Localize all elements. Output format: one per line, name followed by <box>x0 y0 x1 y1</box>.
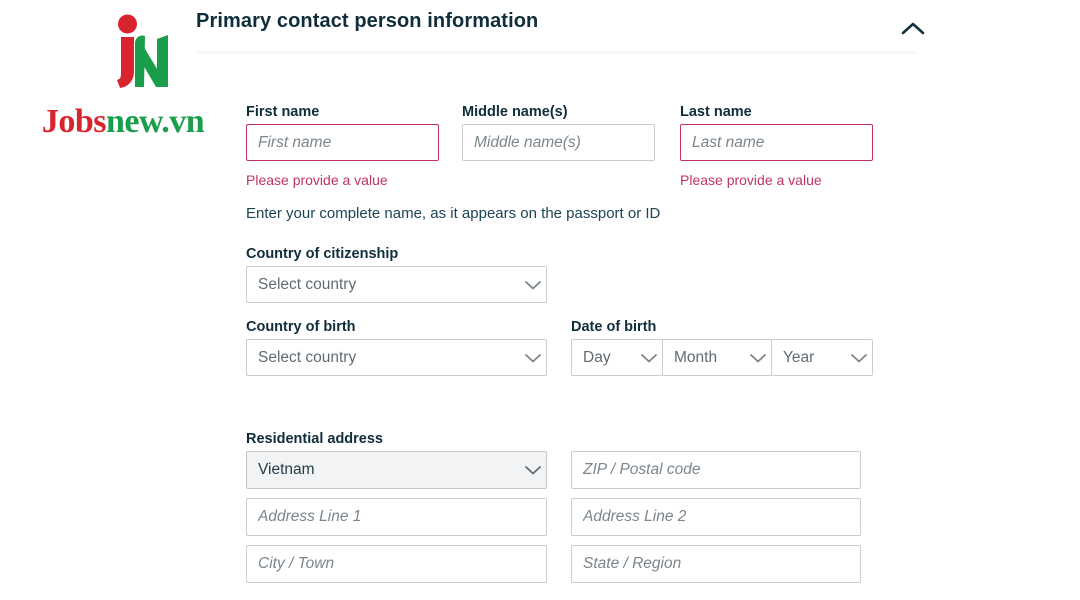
date-of-birth-year-value: Year <box>783 348 815 366</box>
state-region-input[interactable] <box>571 545 861 583</box>
panel-header: Primary contact person information <box>196 10 930 54</box>
last-name-label: Last name <box>680 104 752 120</box>
date-of-birth-year-select[interactable]: Year <box>771 339 873 376</box>
name-help-text: Enter your complete name, as it appears … <box>246 205 661 222</box>
middle-name-label: Middle name(s) <box>462 104 568 120</box>
first-name-label: First name <box>246 104 320 120</box>
residential-country-select[interactable]: Vietnam <box>246 451 547 489</box>
date-of-birth-month-value: Month <box>674 348 718 366</box>
country-of-citizenship-value: Select country <box>258 275 357 293</box>
chevron-down-icon <box>520 352 546 364</box>
collapse-section-button[interactable] <box>896 14 930 44</box>
chevron-up-icon <box>901 21 925 37</box>
last-name-error: Please provide a value <box>680 172 822 188</box>
date-of-birth-month-select[interactable]: Month <box>662 339 772 376</box>
country-of-birth-select[interactable]: Select country <box>246 339 547 376</box>
city-town-input[interactable] <box>246 545 547 583</box>
chevron-down-icon <box>636 352 662 364</box>
date-of-birth-label: Date of birth <box>571 319 657 335</box>
jn-monogram-icon <box>95 13 185 91</box>
date-of-birth-day-select[interactable]: Day <box>571 339 663 376</box>
chevron-down-icon <box>846 352 872 364</box>
residential-country-value: Vietnam <box>258 461 315 478</box>
chevron-down-icon <box>520 279 546 291</box>
chevron-down-icon <box>520 464 546 476</box>
address-line-1-input[interactable] <box>246 498 547 536</box>
country-of-citizenship-label: Country of citizenship <box>246 246 399 262</box>
country-of-citizenship-select[interactable]: Select country <box>246 266 547 303</box>
address-line-2-input[interactable] <box>571 498 861 536</box>
header-divider <box>196 51 918 54</box>
chevron-down-icon <box>745 352 771 364</box>
page-title: Primary contact person information <box>196 10 539 32</box>
last-name-input[interactable] <box>680 124 873 161</box>
zip-postal-code-input[interactable] <box>571 451 861 489</box>
residential-address-label: Residential address <box>246 431 383 447</box>
first-name-error: Please provide a value <box>246 172 388 188</box>
brand-wordmark: Jobsnew.vn <box>0 103 246 141</box>
middle-name-input[interactable] <box>462 124 655 161</box>
country-of-birth-label: Country of birth <box>246 319 356 335</box>
country-of-birth-value: Select country <box>258 348 357 366</box>
date-of-birth-day-value: Day <box>583 348 611 366</box>
brand-word-jobs: Jobs <box>41 103 107 140</box>
brand-word-newvn: new.vn <box>106 103 205 140</box>
first-name-input[interactable] <box>246 124 439 161</box>
